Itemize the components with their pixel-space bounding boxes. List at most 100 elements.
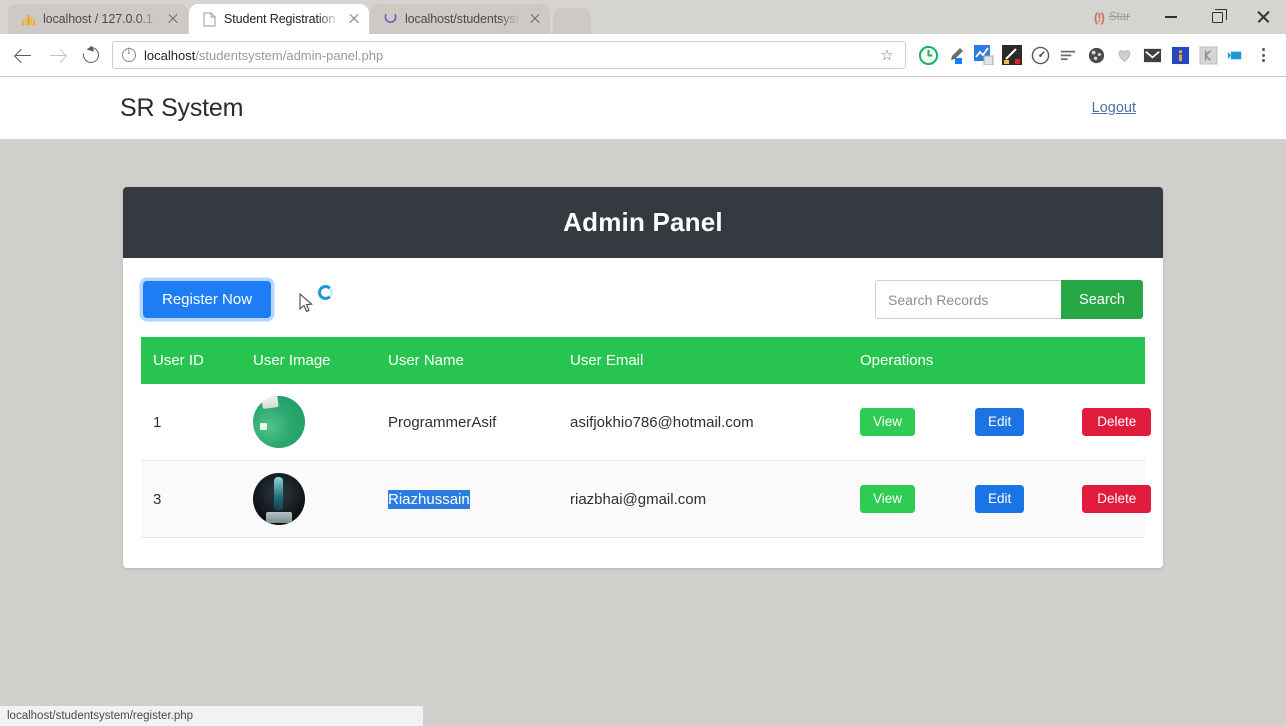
user-avatar-green <box>253 396 305 448</box>
close-icon[interactable] <box>347 12 361 26</box>
reload-button[interactable] <box>74 38 108 72</box>
browser-tab-phpmyadmin[interactable]: localhost / 127.0.0.1 / sr_ <box>8 4 188 34</box>
close-icon[interactable] <box>528 12 542 26</box>
star-extension-badge[interactable]: (!) Star <box>1094 10 1130 25</box>
site-brand[interactable]: SR System <box>120 94 243 123</box>
phpmyadmin-icon <box>20 11 36 27</box>
cell-user-email: asifjokhio786@hotmail.com <box>558 384 848 461</box>
column-header-user-email: User Email <box>558 337 848 384</box>
new-tab-button[interactable] <box>553 8 591 34</box>
heart-grey-extension-icon[interactable] <box>1110 40 1138 70</box>
browser-toolbar: localhost/studentsystem/admin-panel.php … <box>0 34 1286 77</box>
column-header-operations: Operations <box>848 337 1145 384</box>
mouse-cursor-icon <box>299 292 313 312</box>
tab-title: localhost/studentsystem <box>405 12 520 26</box>
cell-user-name: Riazhussain <box>376 460 558 538</box>
search-button[interactable]: Search <box>1061 280 1143 319</box>
lines-extension-icon[interactable] <box>1054 40 1082 70</box>
operations-group: View Edit Delete <box>860 485 1152 513</box>
minimize-icon <box>1165 16 1177 18</box>
register-now-button[interactable]: Register Now <box>143 281 272 318</box>
column-header-user-id: User ID <box>141 337 241 384</box>
users-table-head: User ID User Image User Name User Email … <box>141 337 1145 384</box>
window-controls: (!) Star <box>1094 0 1286 34</box>
minimize-button[interactable] <box>1148 0 1194 34</box>
cursor-region <box>299 284 359 315</box>
gmail-extension-icon[interactable] <box>1138 40 1166 70</box>
loading-spinner-icon <box>382 11 398 27</box>
cell-operations: View Edit Delete <box>848 384 1152 461</box>
extension-toolbar <box>914 40 1276 70</box>
status-bar-text: localhost/studentsystem/register.php <box>7 710 194 722</box>
star-badge-label: Star <box>1108 11 1130 23</box>
back-button[interactable] <box>6 38 40 72</box>
star-badge-glyph: (!) <box>1093 9 1105 25</box>
info-circle-icon[interactable] <box>122 47 136 62</box>
table-header-row: User ID User Image User Name User Email … <box>141 337 1145 384</box>
toolbar-left: Register Now <box>143 281 359 318</box>
edit-button[interactable]: Edit <box>975 485 1025 513</box>
users-table: User ID User Image User Name User Email … <box>141 337 1152 538</box>
arrow-left-icon <box>15 47 32 64</box>
table-toolbar: Register Now Search <box>141 280 1145 319</box>
view-button[interactable]: View <box>860 485 916 513</box>
globe-dark-extension-icon[interactable] <box>1082 40 1110 70</box>
green-circle-extension-icon[interactable] <box>914 40 942 70</box>
user-avatar-dark <box>253 473 305 525</box>
url-text: localhost/studentsystem/admin-panel.php <box>144 48 875 63</box>
chart-extension-icon[interactable] <box>970 40 998 70</box>
view-button[interactable]: View <box>860 408 916 436</box>
delete-button[interactable]: Delete <box>1082 408 1152 436</box>
delete-button[interactable]: Delete <box>1082 485 1152 513</box>
reload-icon <box>79 43 103 67</box>
maximize-icon <box>1211 8 1227 23</box>
users-table-body: 1 ProgrammerAsif asifjokhio786@hotmail.c… <box>141 384 1152 538</box>
loading-spinner-icon <box>318 284 334 300</box>
search-group: Search <box>875 280 1143 319</box>
admin-panel-card: Admin Panel Register Now Search Records … <box>123 187 1163 568</box>
grey-box-extension-icon[interactable] <box>1194 40 1222 70</box>
cell-user-name: ProgrammerAsif <box>376 384 558 461</box>
tab-title: localhost / 127.0.0.1 / sr_ <box>43 12 158 26</box>
logout-link[interactable]: Logout <box>1092 100 1136 116</box>
column-header-user-name: User Name <box>376 337 558 384</box>
bookmark-star-icon[interactable]: ☆ <box>875 43 899 67</box>
table-row: 1 ProgrammerAsif asifjokhio786@hotmail.c… <box>141 384 1152 461</box>
video-blue-extension-icon[interactable] <box>1222 40 1250 70</box>
content-wrapper: Admin Panel Register Now Search Records … <box>0 139 1286 568</box>
page-viewport: SR System Logout Admin Panel Register No… <box>0 77 1286 726</box>
url-path: /studentsystem/admin-panel.php <box>195 47 384 63</box>
tab-title: Student Registration Syst <box>224 12 339 26</box>
speedometer-extension-icon[interactable] <box>1026 40 1054 70</box>
address-bar[interactable]: localhost/studentsystem/admin-panel.php … <box>112 41 906 69</box>
forward-button <box>40 38 74 72</box>
maximize-button[interactable] <box>1194 0 1240 34</box>
cell-user-image <box>241 384 376 461</box>
search-input[interactable] <box>875 280 1062 319</box>
brush-extension-icon[interactable] <box>998 40 1026 70</box>
operations-group: View Edit Delete <box>860 408 1152 436</box>
chrome-menu-button[interactable] <box>1250 40 1276 70</box>
page-title: Admin Panel <box>563 207 723 237</box>
cell-user-image <box>241 460 376 538</box>
eyedropper-extension-icon[interactable] <box>942 40 970 70</box>
arrow-right-icon <box>49 47 66 64</box>
browser-tab-student-registration[interactable]: Student Registration Syst <box>189 4 369 34</box>
document-icon <box>201 11 217 27</box>
cell-user-id: 3 <box>141 460 241 538</box>
info-orange-extension-icon[interactable] <box>1166 40 1194 70</box>
cell-user-id: 1 <box>141 384 241 461</box>
tab-strip: localhost / 127.0.0.1 / sr_ Student Regi… <box>0 0 1286 34</box>
cell-operations: View Edit Delete <box>848 460 1152 538</box>
browser-tab-studentsystem[interactable]: localhost/studentsystem <box>370 4 550 34</box>
column-header-user-image: User Image <box>241 337 376 384</box>
close-icon[interactable] <box>166 12 180 26</box>
edit-button[interactable]: Edit <box>975 408 1025 436</box>
close-button[interactable] <box>1240 0 1286 34</box>
browser-window: localhost / 127.0.0.1 / sr_ Student Regi… <box>0 0 1286 726</box>
cell-user-email: riazbhai@gmail.com <box>558 460 848 538</box>
close-icon <box>1256 10 1270 24</box>
table-row: 3 Riazhussain riazbhai@gmail.com View Ed… <box>141 460 1152 538</box>
status-bar: localhost/studentsystem/register.php <box>0 705 424 726</box>
site-navbar: SR System Logout <box>0 77 1286 139</box>
